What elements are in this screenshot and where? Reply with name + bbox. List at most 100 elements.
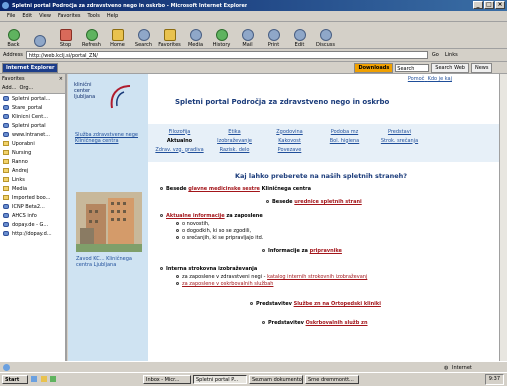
menu-edit[interactable]: Edit [22,13,32,19]
favorite-item[interactable]: www.intranet... [0,130,65,139]
folder-icon [3,195,9,200]
forward-button[interactable] [27,35,52,48]
nav-link[interactable]: Zdrav. vzg. gradiva [152,147,207,153]
nav-link[interactable]: Podoba mz [317,129,372,135]
list-item: Aktualne informacije za zaposlene [160,213,263,219]
favorite-item[interactable]: http://dopay.d... [0,229,65,238]
home-button[interactable]: Home [105,29,130,48]
address-input[interactable]: http://web.kclj.si/portal_ZN/ [25,51,428,59]
print-button[interactable]: Print [261,29,286,48]
nav-link[interactable]: Strok. srečanja [372,138,427,144]
nav-link-active[interactable]: Aktualno [152,138,207,144]
history-button[interactable]: History [209,29,234,48]
support-staff-link[interactable]: za zaposlene v oskrbovalnih službah [182,281,273,287]
taskbar-button[interactable]: Inbox - Micr... [143,375,191,384]
refresh-button[interactable]: Refresh [79,29,104,48]
nav-link[interactable]: Kakovost [262,138,317,144]
page-icon [3,213,9,218]
editor-link[interactable]: urednice spletnih strani [294,199,361,205]
nav-link[interactable]: Filozofija [152,129,207,135]
minimize-button[interactable]: _ [473,1,483,9]
favorite-item[interactable]: ICNP Beta2... [0,202,65,211]
favorite-folder[interactable]: Nursing [0,148,65,157]
favorite-item[interactable]: Stare_portal [0,103,65,112]
menu-file[interactable]: File [7,13,15,19]
edit-button[interactable]: Edit [287,29,312,48]
page-icon [3,123,9,128]
nav-link[interactable]: Etika [207,129,262,135]
page-icon [3,105,9,110]
orthopedic-link[interactable]: Službe zn na Ortopedski kliniki [294,301,381,307]
search-button[interactable]: Search [131,29,156,48]
who-is-who-link[interactable]: Kdo je kaj [428,76,452,82]
news-button[interactable]: News [470,62,493,73]
nav-link[interactable]: Izobraževanje [207,138,262,144]
training-catalog-link[interactable]: katalog internih strokovnih izobraževanj [267,274,367,280]
menu-favorites[interactable]: Favorites [58,13,81,19]
close-button[interactable]: × [495,1,505,9]
nav-link[interactable]: Predstavi [372,129,427,135]
nav-grid: Filozofija Etika Zgodovina Podoba mz Pre… [152,127,482,154]
maximize-button[interactable]: □ [484,1,494,9]
nursing-service-link[interactable]: Služba zdravstvene nege Kliničnega centr… [75,132,143,144]
sub-item: za zaposlene v oskrbovalnih službah [176,281,273,287]
start-button[interactable]: Start [2,375,28,384]
folder-icon [3,150,9,155]
nav-link[interactable]: Razisk. delo [207,147,262,153]
status-zone: Internet [452,364,472,371]
search-web-button[interactable]: Search Web [431,62,469,73]
nav-link[interactable]: Bol. higiena [317,138,372,144]
taskbar-button[interactable]: Seznam dokumentov [249,375,303,384]
news-link[interactable]: Aktualne informacije [166,213,225,219]
favorite-item[interactable]: Klinicni Cent... [0,112,65,121]
photo-caption: Zavod KC... Kliničnega centra Ljubljana [76,256,132,268]
media-button[interactable]: Media [183,29,208,48]
search-icon [137,29,150,41]
stop-button[interactable]: Stop [53,29,78,48]
menu-help[interactable]: Help [107,13,118,19]
downloads-button[interactable]: Downloads [354,62,394,73]
address-label: Address [3,52,23,58]
favorite-folder[interactable]: Uporabni [0,139,65,148]
quick-launch-icon[interactable] [40,375,47,382]
forward-arrow-icon [33,35,46,47]
organize-favorites-button[interactable]: Org... [19,85,33,91]
support-services-link[interactable]: Oskrbovalnih služb zn [306,320,368,326]
vertical-scrollbar[interactable] [499,74,507,361]
quick-launch-icon[interactable] [31,375,37,382]
favorites-button[interactable]: Favorites [157,29,182,48]
edit-icon [293,29,306,41]
favorite-folder[interactable]: Links [0,175,65,184]
quick-launch-icon[interactable] [50,375,57,382]
back-arrow-icon [7,29,20,41]
favorite-folder[interactable]: Andrej [0,166,65,175]
menu-tools[interactable]: Tools [88,13,100,19]
add-favorite-button[interactable]: Add... [2,85,16,91]
nav-link[interactable]: Povezave [262,147,317,153]
discuss-button[interactable]: Discuss [313,29,338,48]
globe-icon: ◍ [444,364,449,371]
favorite-item[interactable]: dopay.de - G... [0,220,65,229]
nav-link[interactable]: Zgodovina [262,129,317,135]
taskbar-button[interactable]: Srne dremmontt... [305,375,359,384]
close-favorites-icon[interactable]: × [59,76,63,82]
mail-button[interactable]: Mail [235,29,260,48]
menu-view[interactable]: View [39,13,51,19]
favorite-item[interactable]: AHCS info [0,211,65,220]
go-button[interactable]: Go [432,52,439,58]
favorite-item[interactable]: Spletni portal... [0,94,65,103]
list-item: Besede urednice spletnih strani [266,199,362,205]
taskbar-button-active[interactable]: Spletni portal P... [193,375,247,384]
favorite-folder[interactable]: Media [0,184,65,193]
help-link[interactable]: Pomoč [408,76,425,82]
favorite-item[interactable]: Spletni portal [0,121,65,130]
trainees-link[interactable]: pripravnike [310,248,342,254]
search-input[interactable]: Search [395,63,430,72]
favorite-folder[interactable]: Ranno [0,157,65,166]
favorite-folder[interactable]: Imported boo... [0,193,65,202]
links-label[interactable]: Links [445,52,458,58]
internet-explorer-button[interactable]: Internet Explorer [2,62,59,73]
sub-item: o srečanjih, ki se pripravljajo itd. [176,235,263,241]
head-nurse-link[interactable]: glavne medicinske sestre [188,186,260,192]
back-button[interactable]: Back [1,29,26,48]
